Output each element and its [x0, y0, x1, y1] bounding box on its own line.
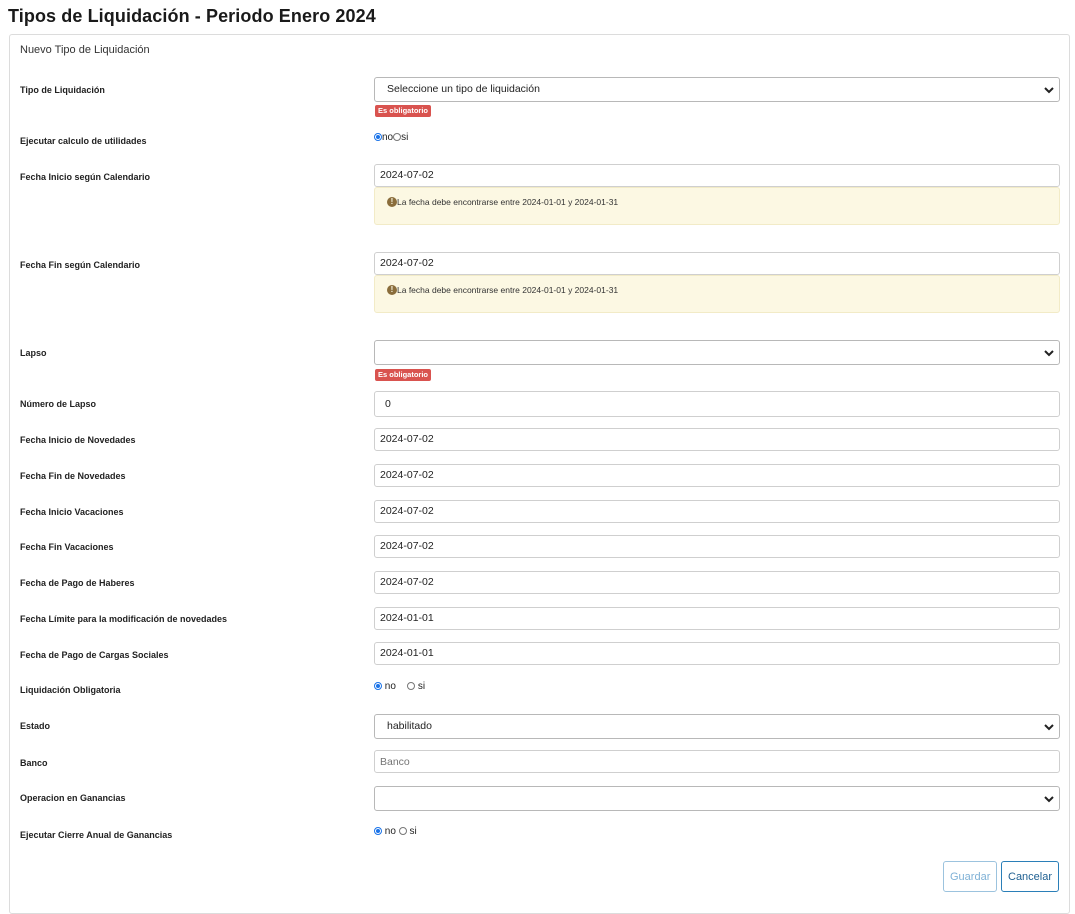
label-cierre-anual-ganancias: Ejecutar Cierre Anual de Ganancias [20, 830, 173, 840]
label-fecha-inicio-vacaciones: Fecha Inicio Vacaciones [20, 507, 124, 517]
ejecutar-utilidades-radio-no[interactable] [374, 133, 382, 141]
lapso-required-badge: Es obligatorio [375, 369, 432, 381]
label-numero-lapso: Número de Lapso [20, 399, 97, 409]
label-tipo-liquidacion: Tipo de Liquidación [20, 85, 105, 95]
panel-heading: Nuevo Tipo de Liquidación [20, 44, 150, 56]
fecha-fin-novedades-input[interactable]: 2024-07-02 [374, 464, 1060, 487]
ejecutar-utilidades-radio-group: no si [374, 132, 408, 144]
lapso-select[interactable] [374, 340, 1060, 365]
fecha-pago-haberes-input[interactable]: 2024-07-02 [374, 571, 1060, 594]
fecha-inicio-calendario-warning: ! La fecha debe encontrarse entre 2024-0… [374, 187, 1060, 225]
operacion-ganancias-select[interactable] [374, 786, 1060, 811]
fecha-inicio-novedades-input[interactable]: 2024-07-02 [374, 428, 1060, 451]
label-fecha-inicio-novedades: Fecha Inicio de Novedades [20, 435, 136, 445]
tipo-liquidacion-value: Seleccione un tipo de liquidación [387, 83, 540, 95]
radio-label-si: si [409, 826, 417, 837]
fecha-inicio-vacaciones-input[interactable]: 2024-07-02 [374, 500, 1060, 523]
label-fecha-pago-haberes: Fecha de Pago de Haberes [20, 578, 135, 588]
exclamation-circle-icon: ! [387, 197, 397, 207]
exclamation-circle-icon: ! [387, 285, 397, 295]
warning-text: La fecha debe encontrarse entre 2024-01-… [397, 197, 619, 207]
fecha-fin-calendario-warning: ! La fecha debe encontrarse entre 2024-0… [374, 275, 1060, 313]
fecha-pago-cargas-input[interactable]: 2024-01-01 [374, 642, 1060, 665]
label-fecha-limite-novedades: Fecha Límite para la modificación de nov… [20, 614, 228, 624]
chevron-down-icon [1044, 87, 1054, 94]
fecha-limite-novedades-input[interactable]: 2024-01-01 [374, 607, 1060, 630]
label-fecha-fin-calendario: Fecha Fin según Calendario [20, 260, 141, 270]
form-panel: Nuevo Tipo de Liquidación Tipo de Liquid… [9, 34, 1070, 914]
fecha-fin-calendario-input[interactable]: 2024-07-02 [374, 252, 1060, 275]
label-estado: Estado [20, 721, 51, 731]
banco-input[interactable] [374, 750, 1060, 773]
label-fecha-pago-cargas: Fecha de Pago de Cargas Sociales [20, 650, 169, 660]
radio-label-no: no [382, 132, 394, 143]
label-fecha-fin-novedades: Fecha Fin de Novedades [20, 471, 126, 481]
cierre-anual-ganancias-radio-si[interactable] [398, 827, 407, 835]
liquidacion-obligatoria-radio-no[interactable] [374, 682, 382, 690]
chevron-down-icon [1044, 350, 1054, 357]
fecha-fin-vacaciones-input[interactable]: 2024-07-02 [374, 535, 1060, 558]
chevron-down-icon [1044, 724, 1054, 731]
label-lapso: Lapso [20, 348, 47, 358]
numero-lapso-input[interactable]: 0 [374, 391, 1060, 417]
fecha-inicio-calendario-input[interactable]: 2024-07-02 [374, 164, 1060, 187]
cierre-anual-ganancias-radio-group: no si [374, 826, 417, 838]
radio-label-no: no [384, 681, 396, 692]
label-fecha-inicio-calendario: Fecha Inicio según Calendario [20, 172, 151, 182]
radio-label-si: si [401, 132, 409, 143]
label-banco: Banco [20, 758, 48, 768]
radio-label-si: si [417, 681, 426, 692]
label-ejecutar-utilidades: Ejecutar calculo de utilidades [20, 136, 147, 146]
radio-label-no: no [384, 826, 396, 837]
cancel-button[interactable]: Cancelar [1001, 861, 1059, 892]
label-operacion-ganancias: Operacion en Ganancias [20, 793, 126, 803]
chevron-down-icon [1044, 796, 1054, 803]
warning-text: La fecha debe encontrarse entre 2024-01-… [397, 285, 619, 295]
tipo-liquidacion-required-badge: Es obligatorio [375, 105, 432, 117]
liquidacion-obligatoria-radio-group: no si [374, 681, 425, 693]
tipo-liquidacion-select[interactable]: Seleccione un tipo de liquidación [374, 77, 1060, 102]
save-button[interactable]: Guardar [943, 861, 997, 892]
page-title: Tipos de Liquidación - Periodo Enero 202… [8, 6, 376, 26]
label-liquidacion-obligatoria: Liquidación Obligatoria [20, 685, 121, 695]
liquidacion-obligatoria-radio-si[interactable] [407, 682, 416, 690]
estado-value: habilitado [387, 720, 432, 732]
cierre-anual-ganancias-radio-no[interactable] [374, 827, 382, 835]
ejecutar-utilidades-radio-si[interactable] [393, 133, 402, 141]
estado-select[interactable]: habilitado [374, 714, 1060, 739]
label-fecha-fin-vacaciones: Fecha Fin Vacaciones [20, 542, 114, 552]
